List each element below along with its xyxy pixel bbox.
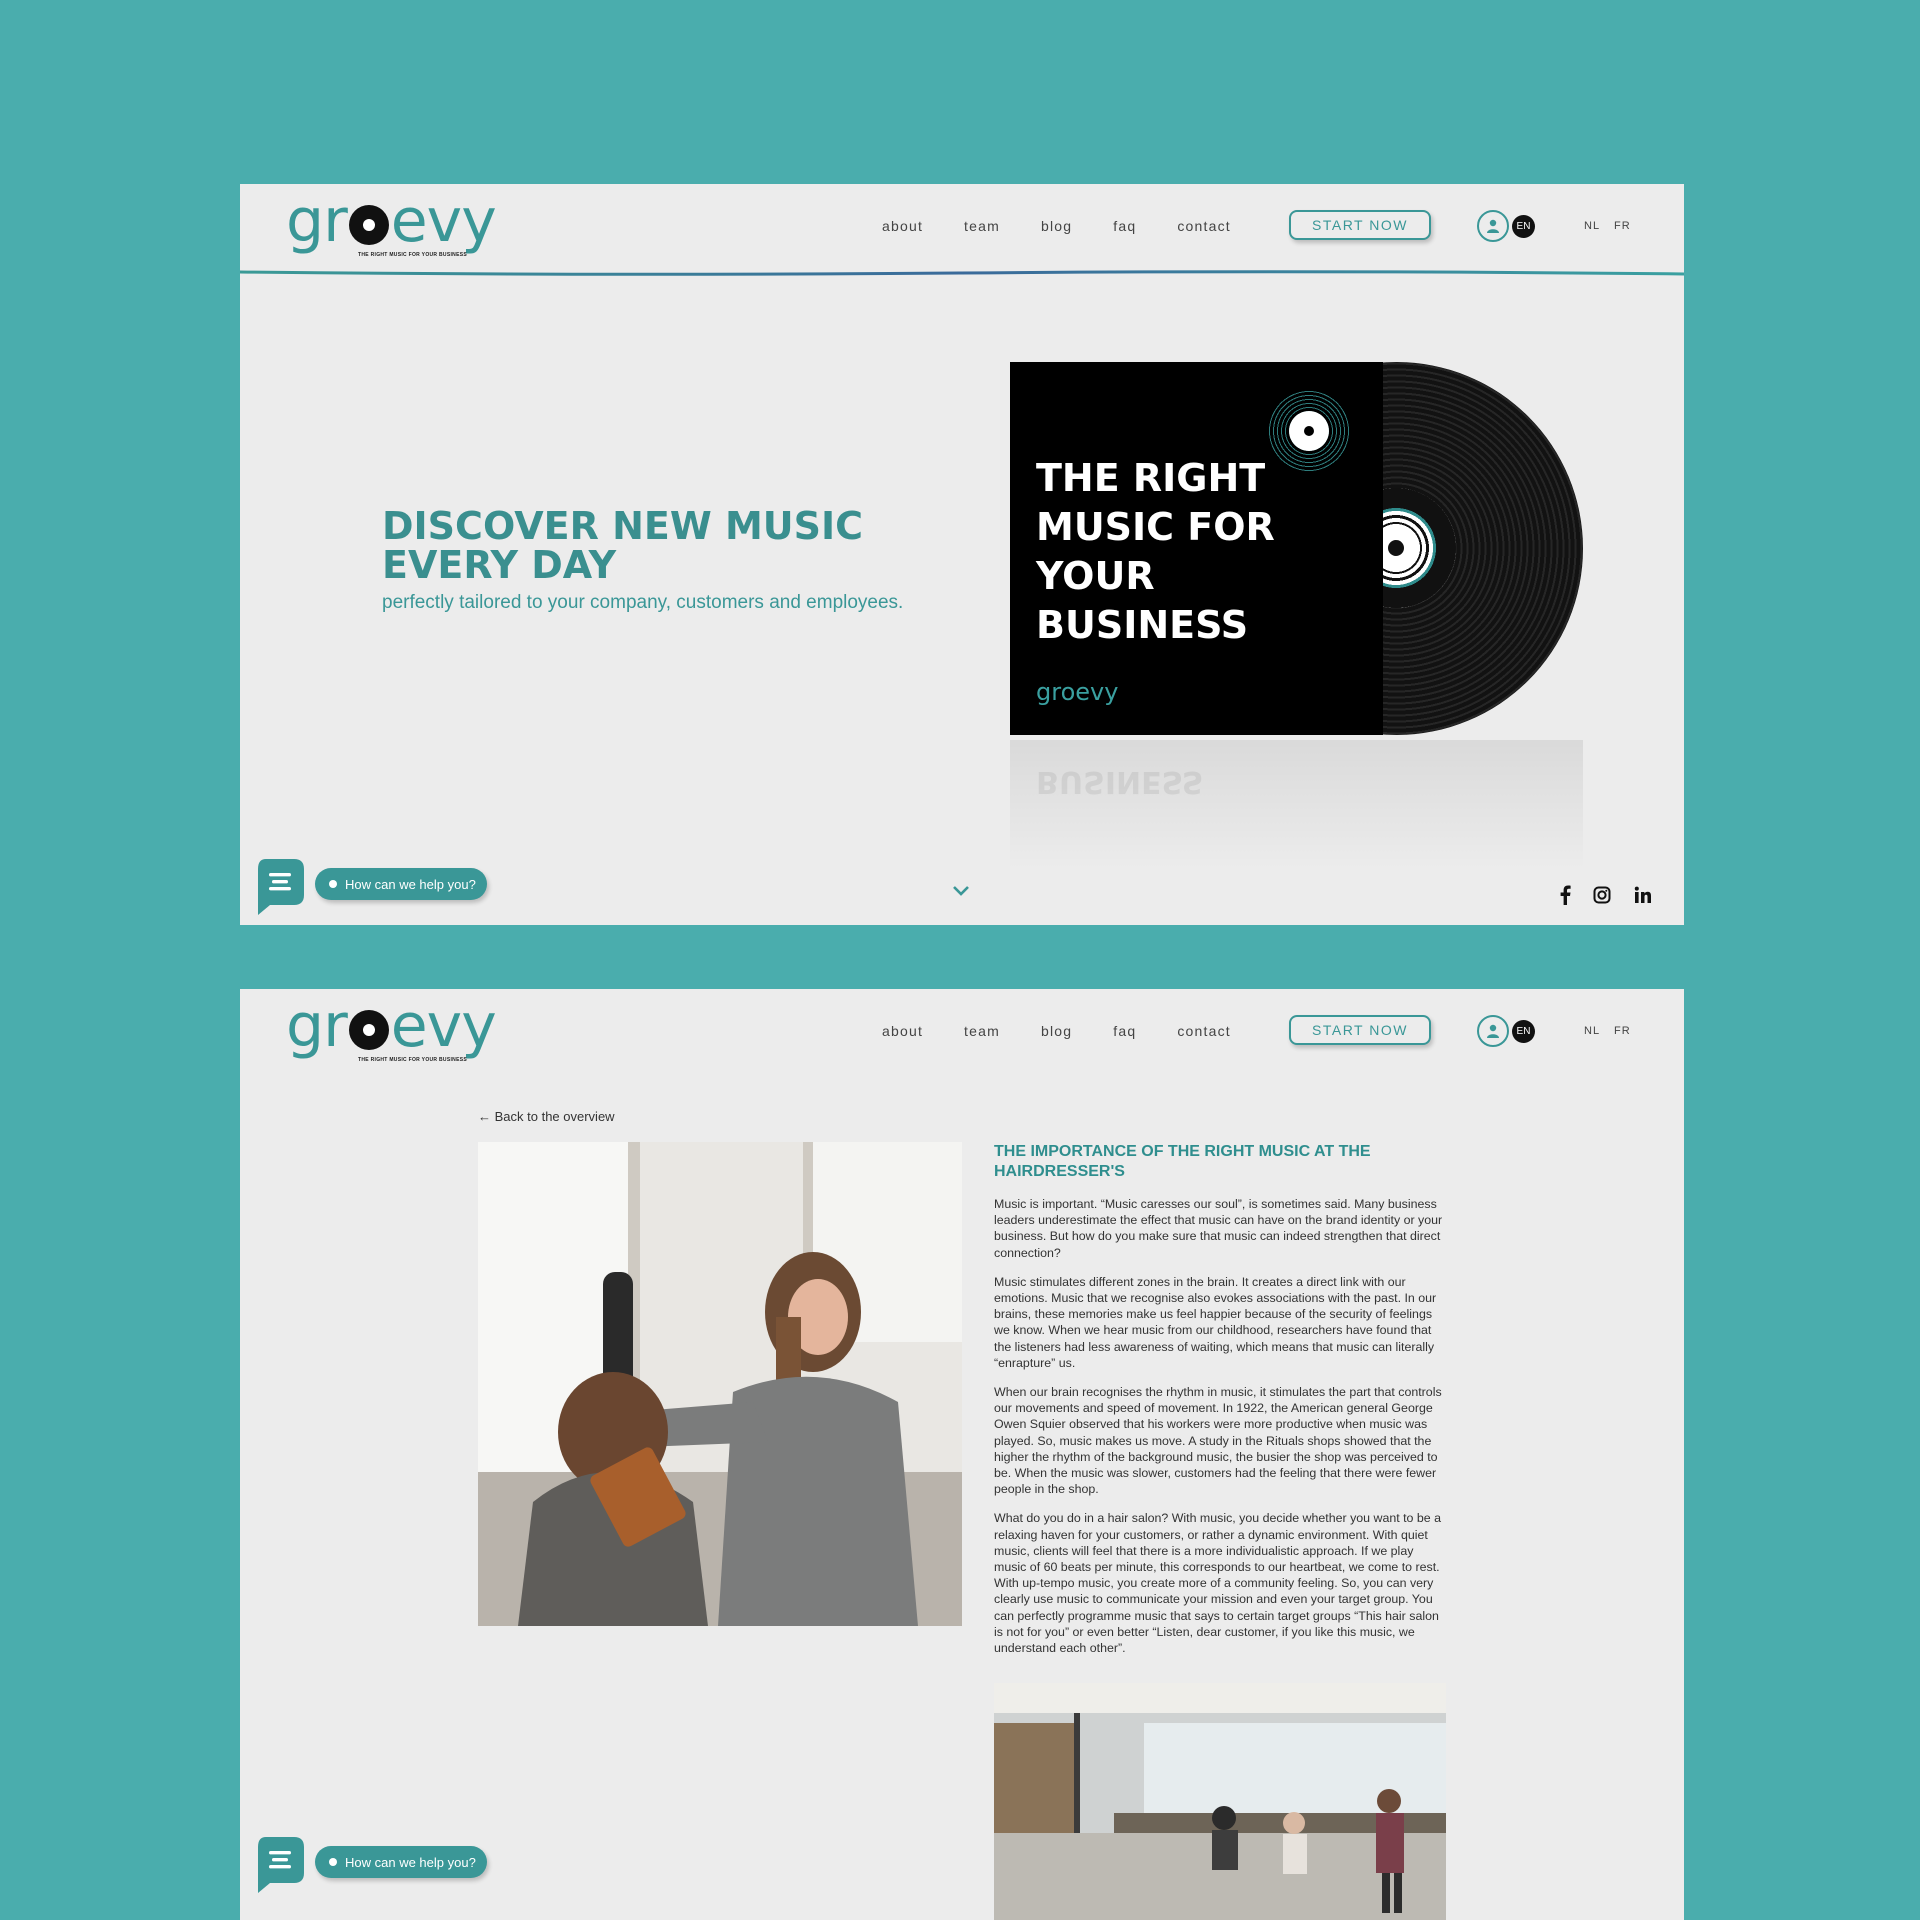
nav-blog[interactable]: blog <box>1041 218 1072 234</box>
main-nav: about team blog faq contact <box>882 218 1272 234</box>
lang-en-badge[interactable]: EN <box>1512 1020 1535 1043</box>
user-icon[interactable] <box>1477 1015 1509 1047</box>
vinyl-logo-icon <box>348 205 389 245</box>
nav-contact[interactable]: contact <box>1177 1023 1231 1039</box>
logo-tagline: THE RIGHT MUSIC FOR YOUR BUSINESS <box>358 252 467 258</box>
album-reflection: BUSINESS <box>1010 740 1583 870</box>
lang-nl[interactable]: NL <box>1584 1025 1600 1037</box>
nav-faq[interactable]: faq <box>1113 218 1136 234</box>
groevy-logo[interactable]: gr evy THE RIGHT MUSIC FOR YOUR BUSINESS <box>286 186 497 258</box>
album-cover: THE RIGHT MUSIC FOR YOUR BUSINESS groevy <box>1010 362 1383 735</box>
nav-about[interactable]: about <box>882 1023 923 1039</box>
logo-wordmark: gr evy <box>286 186 497 256</box>
chat-help-button[interactable]: How can we help you? <box>315 868 487 900</box>
article-paragraph: Music stimulates different zones in the … <box>994 1274 1437 1370</box>
article-title: THE IMPORTANCE OF THE RIGHT MUSIC AT THE… <box>994 1143 1371 1180</box>
salon-interior-photo <box>994 1683 1446 1920</box>
linkedin-icon[interactable] <box>1632 884 1654 906</box>
article-paragraph: Music is important. “Music caresses our … <box>994 1197 1443 1260</box>
logo-tagline: THE RIGHT MUSIC FOR YOUR BUSINESS <box>358 1057 467 1063</box>
start-now-button[interactable]: START NOW <box>1289 210 1431 240</box>
back-to-overview-link[interactable]: ← Back to the overview <box>478 1109 615 1124</box>
hero-subtitle: perfectly tailored to your company, cust… <box>382 592 904 613</box>
chat-icon[interactable] <box>256 1837 304 1893</box>
article-paragraph: What do you do in a hair salon? With mus… <box>994 1511 1442 1656</box>
chevron-down-icon[interactable] <box>952 884 970 898</box>
nav-about[interactable]: about <box>882 218 923 234</box>
start-now-button[interactable]: START NOW <box>1289 1015 1431 1045</box>
site-header: gr evy THE RIGHT MUSIC FOR YOUR BUSINESS … <box>240 184 1684 272</box>
article-paragraph: When our brain recognises the rhythm in … <box>994 1385 1442 1497</box>
lang-en-badge[interactable]: EN <box>1512 215 1535 238</box>
nav-contact[interactable]: contact <box>1177 218 1231 234</box>
main-nav: about team blog faq contact <box>882 1023 1272 1039</box>
chat-icon[interactable] <box>256 859 304 915</box>
home-screen: gr evy THE RIGHT MUSIC FOR YOUR BUSINESS … <box>240 184 1684 925</box>
lang-fr[interactable]: FR <box>1614 220 1631 232</box>
chat-help-button[interactable]: How can we help you? <box>315 1846 487 1878</box>
hero-title: DISCOVER NEW MUSIC EVERY DAY <box>382 504 864 587</box>
nav-blog[interactable]: blog <box>1041 1023 1072 1039</box>
user-icon[interactable] <box>1477 210 1509 242</box>
groevy-logo[interactable]: gr evy THE RIGHT MUSIC FOR YOUR BUSINESS <box>286 991 497 1063</box>
reflection-text: BUSINESS <box>1036 764 1204 799</box>
nav-team[interactable]: team <box>964 1023 1000 1039</box>
album-cover-logo: groevy <box>1036 678 1119 706</box>
instagram-icon[interactable] <box>1591 884 1613 906</box>
facebook-icon[interactable] <box>1554 884 1576 906</box>
vinyl-logo-icon <box>348 1010 389 1050</box>
hairdresser-photo <box>478 1142 962 1626</box>
header-wave-divider <box>240 270 1684 276</box>
lang-fr[interactable]: FR <box>1614 1025 1631 1037</box>
article-screen: gr evy THE RIGHT MUSIC FOR YOUR BUSINESS … <box>240 989 1684 1920</box>
article-body: Music is important. “Music caresses our … <box>994 1196 1446 1669</box>
nav-team[interactable]: team <box>964 218 1000 234</box>
nav-faq[interactable]: faq <box>1113 1023 1136 1039</box>
lang-nl[interactable]: NL <box>1584 220 1600 232</box>
site-header: gr evy THE RIGHT MUSIC FOR YOUR BUSINESS … <box>240 989 1684 1077</box>
album-cover-text: THE RIGHT MUSIC FOR YOUR BUSINESS <box>1036 456 1275 647</box>
logo-wordmark: gr evy <box>286 991 497 1061</box>
